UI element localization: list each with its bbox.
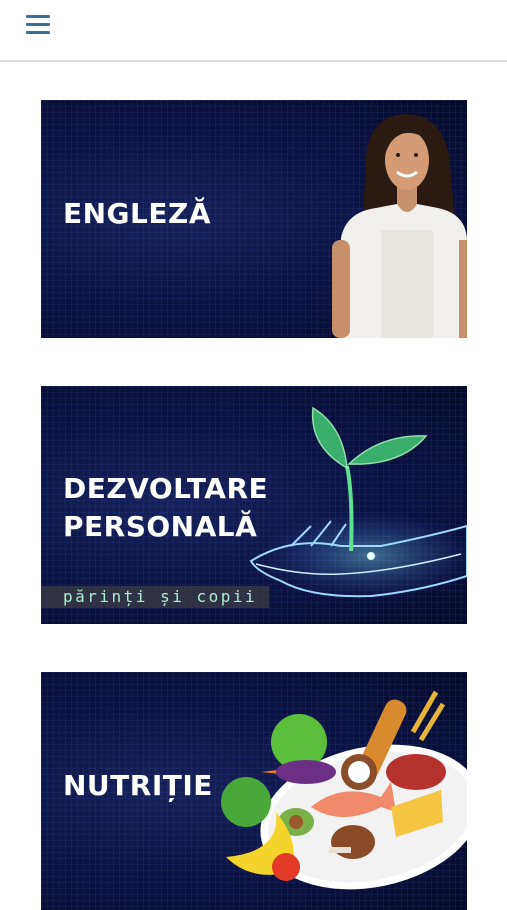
food-plate-image: [221, 690, 467, 890]
card-dezvoltare-personala[interactable]: DEZVOLTARE PERSONALĂ părinți și copii: [41, 386, 467, 624]
woman-portrait-image: [332, 114, 467, 338]
top-bar: [0, 0, 507, 62]
card-nutritie[interactable]: NUTRIȚIE: [41, 672, 467, 910]
card-engleza[interactable]: ENGLEZĂ: [41, 100, 467, 338]
glowing-plant-in-hand-image: [249, 406, 467, 601]
hamburger-menu-icon[interactable]: [24, 12, 54, 36]
